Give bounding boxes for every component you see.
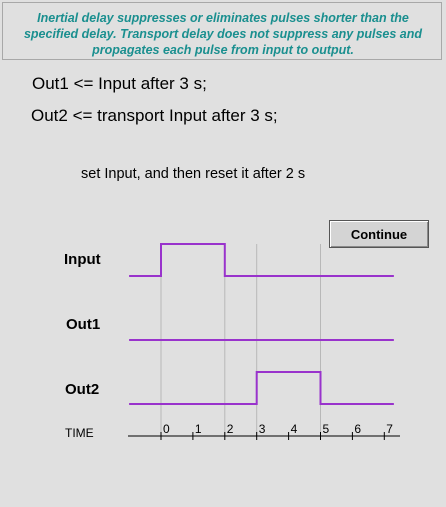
- waveform-input: [129, 243, 394, 277]
- time-tick-label: 6: [354, 422, 361, 436]
- timing-diagram: 0 1 2 3 4 5 6 7: [128, 243, 400, 440]
- time-tick-label: 3: [259, 422, 266, 436]
- time-tick-label: 7: [386, 422, 393, 436]
- waveform-out2: [129, 371, 394, 405]
- time-tick-label: 0: [163, 422, 170, 436]
- time-tick-label: 1: [195, 422, 202, 436]
- time-tick-label: 4: [291, 422, 298, 436]
- time-tick-label: 5: [323, 422, 330, 436]
- time-tick-label: 2: [227, 422, 234, 436]
